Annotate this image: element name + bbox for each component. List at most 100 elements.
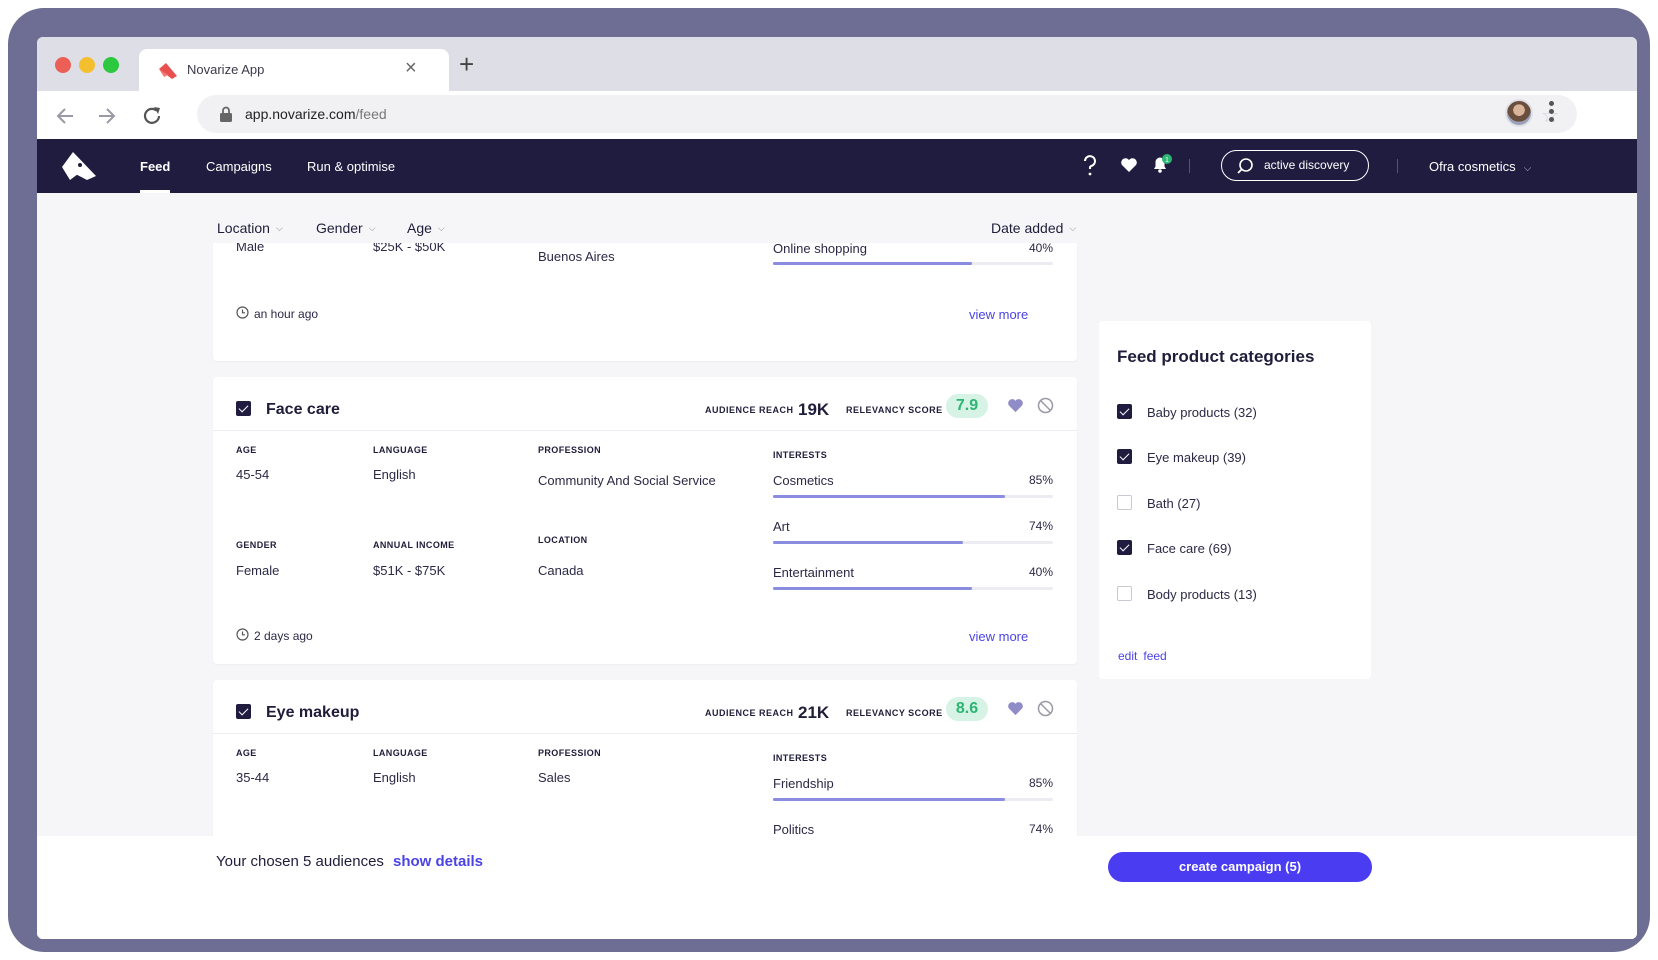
- back-arrow-icon[interactable]: [53, 103, 79, 129]
- panel-title: Feed product categories: [1117, 347, 1315, 366]
- browser-menu-icon[interactable]: [1549, 101, 1555, 125]
- header-divider-2: [1397, 159, 1398, 173]
- tab-title: Novarize App: [187, 62, 265, 77]
- audience-reach-value: 19K: [798, 400, 830, 419]
- location-value: Canada: [538, 563, 584, 578]
- edit-feed-links: edit feed: [1118, 649, 1173, 663]
- reload-icon[interactable]: [139, 103, 165, 129]
- clock-icon: [236, 306, 249, 319]
- profession-value: Community And Social Service: [538, 473, 716, 488]
- profession-value: Sales: [538, 770, 571, 785]
- location-filter[interactable]: Location ⌵: [217, 220, 283, 236]
- heart-icon[interactable]: [1007, 398, 1024, 413]
- view-more-link[interactable]: view more: [969, 629, 1028, 644]
- url-field[interactable]: app.novarize.com/feed ☆: [197, 95, 1577, 133]
- age-value: 45-54: [236, 467, 270, 482]
- interests-label: INTERESTS: [773, 753, 828, 763]
- audience-select-checkbox[interactable]: [236, 704, 251, 719]
- nav-campaigns[interactable]: Campaigns: [206, 159, 272, 174]
- close-window-button[interactable]: [55, 57, 71, 73]
- forward-arrow-icon[interactable]: [93, 103, 119, 129]
- added-time: an hour ago: [236, 306, 318, 321]
- interests-label: INTERESTS: [773, 450, 828, 460]
- category-label: Face care (69): [1147, 541, 1232, 556]
- card-header: Eye makeup AUDIENCE REACH 21K RELEVANCY …: [213, 680, 1077, 734]
- chevron-down-icon: ⌵: [275, 223, 283, 233]
- account-switcher[interactable]: Ofra cosmetics ⌵: [1429, 159, 1531, 174]
- block-icon[interactable]: [1037, 397, 1054, 414]
- browser-tab[interactable]: Novarize App ×: [139, 49, 449, 91]
- interest-bar: [773, 262, 1053, 265]
- active-discovery-button[interactable]: active discovery: [1221, 150, 1369, 181]
- close-tab-icon[interactable]: ×: [405, 58, 417, 78]
- sort-date-added[interactable]: Date added ⌵: [991, 220, 1076, 236]
- filter-bar: Location ⌵ Gender ⌵ Age ⌵ Date added ⌵: [37, 193, 1637, 243]
- relevancy-score-label: RELEVANCY SCORE: [846, 708, 943, 718]
- notifications-bell-icon[interactable]: 1: [1151, 154, 1173, 174]
- audience-reach-label: AUDIENCE REACH: [705, 708, 794, 718]
- chosen-audiences-text: Your chosen 5 audiences: [216, 853, 384, 870]
- audience-card-face-care: Face care AUDIENCE REACH 19K RELEVANCY S…: [213, 377, 1077, 664]
- category-label: Eye makeup (39): [1147, 450, 1246, 465]
- category-checkbox[interactable]: [1117, 495, 1132, 510]
- card-header: Face care AUDIENCE REACH 19K RELEVANCY S…: [213, 377, 1077, 431]
- novarize-favicon-icon: [159, 63, 177, 79]
- interest-name: Cosmetics: [773, 473, 834, 488]
- interest-percent: 74%: [1028, 822, 1053, 836]
- block-icon[interactable]: [1037, 700, 1054, 717]
- interest-percent: 85%: [1028, 776, 1053, 790]
- profession-label: PROFESSION: [538, 748, 602, 758]
- browser-profile-avatar[interactable]: [1505, 99, 1533, 127]
- relevancy-score-label: RELEVANCY SCORE: [846, 405, 943, 415]
- age-filter[interactable]: Age ⌵: [407, 220, 445, 236]
- category-checkbox[interactable]: [1117, 540, 1132, 555]
- category-checkbox[interactable]: [1117, 586, 1132, 601]
- interest-bar: [773, 587, 1053, 590]
- interest-bar: [773, 541, 1053, 544]
- chevron-down-icon: ⌵: [368, 223, 376, 233]
- location-value: Buenos Aires: [538, 249, 615, 264]
- url-text: app.novarize.com/feed: [245, 106, 387, 122]
- maximize-window-button[interactable]: [103, 57, 119, 73]
- relevancy-score-badge: 8.6: [946, 697, 988, 721]
- location-label: LOCATION: [538, 535, 588, 545]
- relevancy-score-badge: 7.9: [946, 394, 988, 418]
- show-details-link[interactable]: show details: [393, 853, 483, 870]
- feed-link[interactable]: feed: [1143, 649, 1166, 663]
- age-value: 35-44: [236, 770, 270, 785]
- gender-filter[interactable]: Gender ⌵: [316, 220, 376, 236]
- feed-content: Location ⌵ Gender ⌵ Age ⌵ Date added ⌵ Male …: [37, 193, 1637, 939]
- address-bar: app.novarize.com/feed ☆: [37, 91, 1637, 139]
- active-discovery-label: active discovery: [1264, 158, 1350, 172]
- feed-categories-panel: Feed product categories Baby products (3…: [1099, 321, 1371, 679]
- clock-icon: [236, 628, 249, 641]
- novarize-logo-icon[interactable]: [59, 149, 99, 183]
- language-value: English: [373, 770, 416, 785]
- help-icon[interactable]: [1083, 155, 1097, 177]
- language-value: English: [373, 467, 416, 482]
- header-divider: [1189, 159, 1190, 173]
- minimize-window-button[interactable]: [79, 57, 95, 73]
- category-checkbox[interactable]: [1117, 449, 1132, 464]
- lock-icon: [220, 106, 232, 122]
- audience-select-checkbox[interactable]: [236, 401, 251, 416]
- interest-bar: [773, 495, 1053, 498]
- view-more-link[interactable]: view more: [969, 307, 1028, 322]
- search-bubble-icon: [1237, 158, 1253, 174]
- language-label: LANGUAGE: [373, 748, 428, 758]
- heart-icon[interactable]: [1007, 701, 1024, 716]
- interest-bar: [773, 798, 1053, 801]
- audience-reach-value: 21K: [798, 703, 830, 722]
- interest-name: Online shopping: [773, 241, 867, 256]
- favorites-heart-icon[interactable]: [1120, 157, 1138, 173]
- chevron-down-icon: ⌵: [1523, 163, 1532, 174]
- nav-run-optimise[interactable]: Run & optimise: [307, 159, 395, 174]
- create-campaign-button[interactable]: create campaign (5): [1108, 852, 1372, 882]
- edit-link[interactable]: edit: [1118, 649, 1137, 663]
- new-tab-icon[interactable]: +: [459, 51, 474, 77]
- tab-strip: Novarize App × +: [37, 37, 1637, 91]
- category-label: Baby products (32): [1147, 405, 1257, 420]
- category-checkbox[interactable]: [1117, 404, 1132, 419]
- nav-feed[interactable]: Feed: [140, 159, 170, 174]
- audience-reach-label: AUDIENCE REACH: [705, 405, 794, 415]
